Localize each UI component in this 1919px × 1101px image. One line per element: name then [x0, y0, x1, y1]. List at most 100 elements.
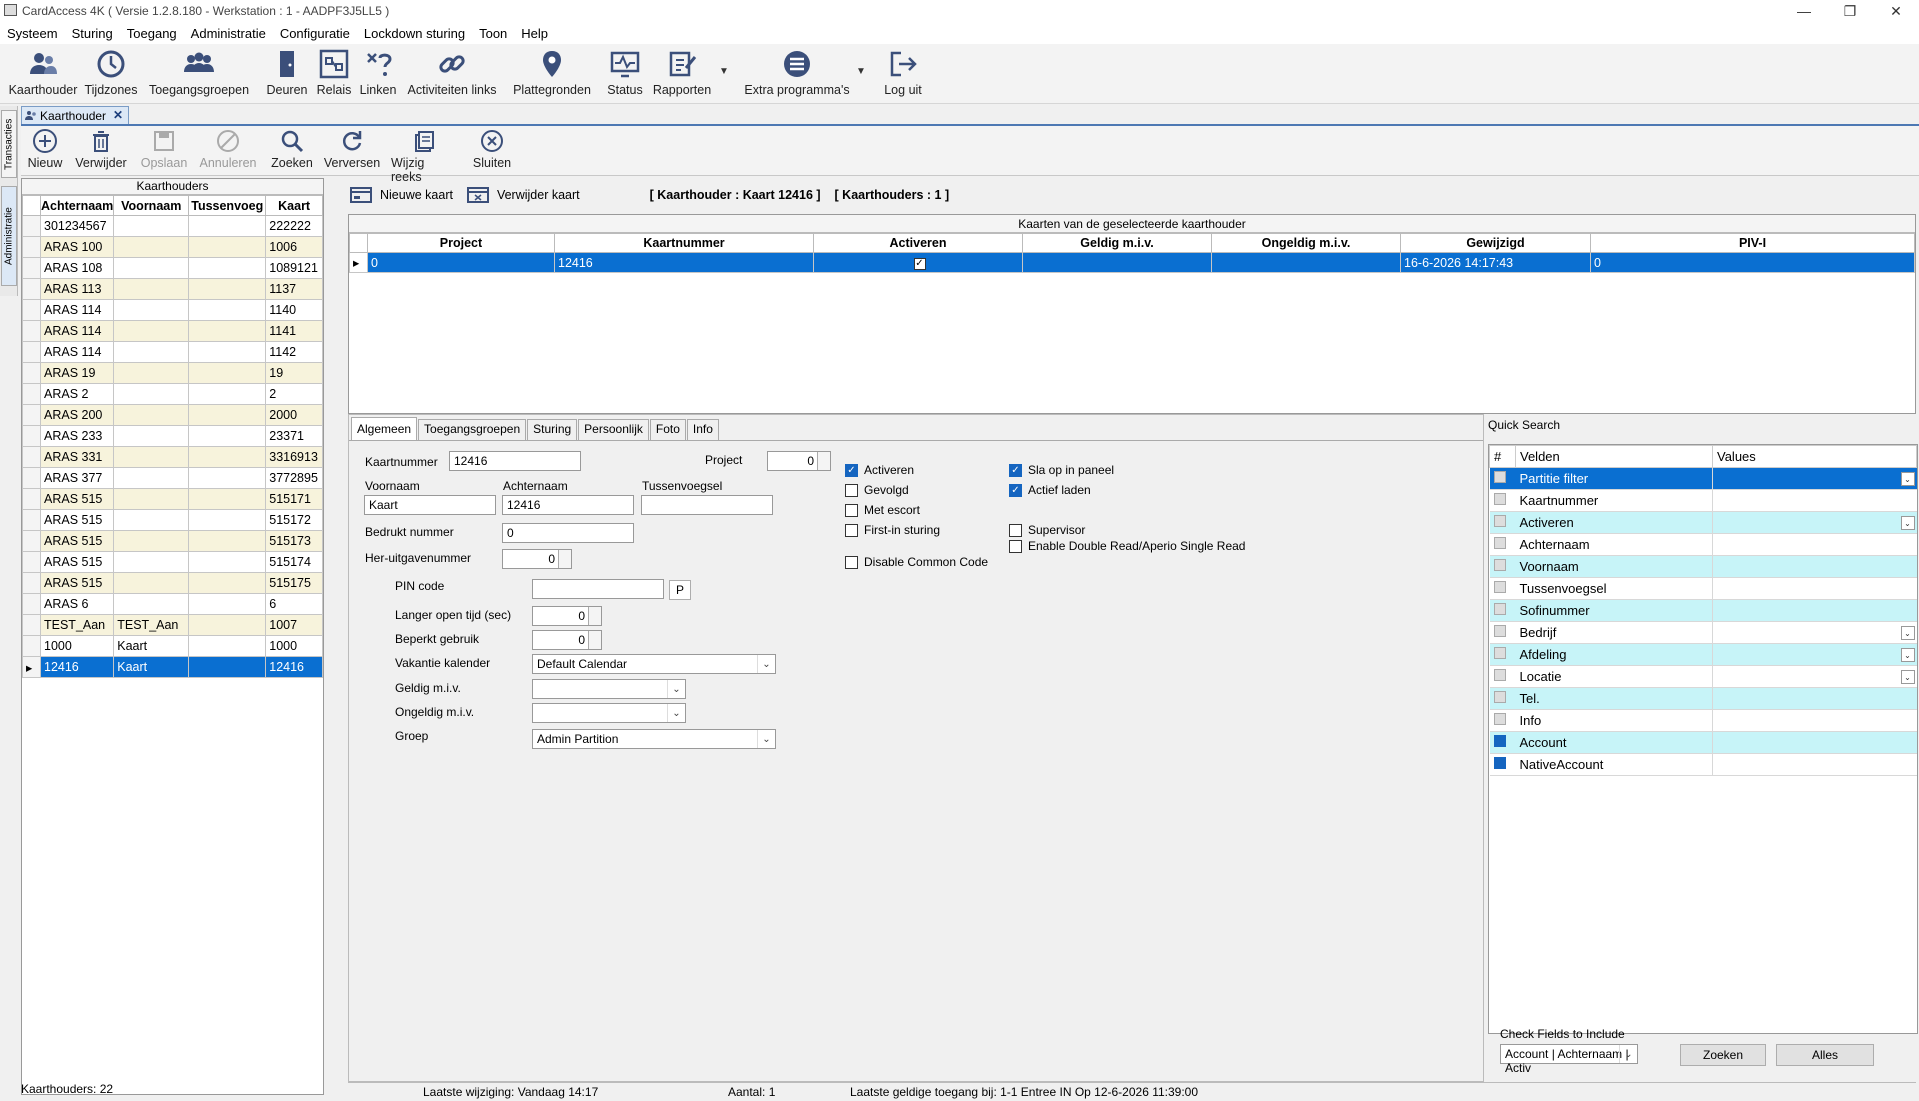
- include-cell[interactable]: [1489, 599, 1516, 622]
- side-tab-transacties[interactable]: Transacties: [1, 110, 17, 178]
- option-checkbox[interactable]: Disable Common Code: [845, 555, 988, 569]
- pin-generate-button[interactable]: P: [669, 580, 691, 600]
- toolbar-toegangsgroepen[interactable]: Toegangsgroepen: [149, 46, 249, 102]
- cardholder-row[interactable]: ARAS 515 515175: [22, 572, 323, 594]
- tab-sturing[interactable]: Sturing: [527, 419, 578, 440]
- restore-button[interactable]: ❐: [1827, 0, 1873, 22]
- quick-search-row[interactable]: Bedrijf ⌄: [1489, 621, 1917, 644]
- include-checkbox[interactable]: [1493, 515, 1506, 527]
- cardholder-row[interactable]: ARAS 114 1141: [22, 320, 323, 342]
- cardholder-row[interactable]: ARAS 114 1142: [22, 341, 323, 363]
- col-voornaam[interactable]: Voornaam: [113, 195, 190, 216]
- voornaam-input[interactable]: Kaart: [364, 495, 496, 515]
- unchecked-icon[interactable]: [845, 503, 858, 517]
- verversen-button[interactable]: Verversen: [324, 128, 380, 170]
- rapporten-dropdown-arrow[interactable]: ▼: [719, 66, 729, 77]
- value-input[interactable]: [1712, 555, 1917, 578]
- toolbar-relais[interactable]: Relais: [314, 46, 354, 102]
- option-checkbox[interactable]: ✓ Sla op in paneel: [1009, 463, 1114, 477]
- cardholder-row[interactable]: 1000 Kaart 1000: [22, 635, 323, 657]
- toolbar-kaarthouder[interactable]: Kaarthouder: [8, 46, 78, 102]
- menu-configuratie[interactable]: Configuratie: [273, 26, 357, 41]
- quick-search-row[interactable]: Account: [1489, 731, 1917, 754]
- pin-input[interactable]: [532, 579, 664, 599]
- cardholder-row[interactable]: ARAS 6 6: [22, 593, 323, 615]
- include-checkbox[interactable]: [1493, 581, 1506, 593]
- verwijder-button[interactable]: Verwijder: [75, 128, 127, 170]
- value-input[interactable]: [1712, 577, 1917, 600]
- cardholder-row[interactable]: ARAS 108 1089121: [22, 257, 323, 279]
- tab-persoonlijk[interactable]: Persoonlijk: [578, 419, 649, 440]
- include-cell[interactable]: [1489, 467, 1516, 490]
- cardholder-row[interactable]: ARAS 233 23371: [22, 425, 323, 447]
- include-checkbox[interactable]: [1493, 625, 1506, 637]
- quick-search-row[interactable]: NativeAccount: [1489, 753, 1917, 776]
- value-input[interactable]: [1712, 753, 1917, 776]
- quick-search-row[interactable]: Activeren ⌄: [1489, 511, 1917, 534]
- include-cell[interactable]: [1489, 621, 1516, 644]
- nieuw-button[interactable]: Nieuw: [27, 128, 63, 170]
- tab-kaarthouder[interactable]: Kaarthouder ✕: [21, 106, 129, 124]
- extra-dropdown-arrow[interactable]: ▼: [856, 66, 866, 77]
- value-input[interactable]: ⌄: [1712, 467, 1917, 490]
- cardholder-row[interactable]: ARAS 331 3316913: [22, 446, 323, 468]
- option-checkbox[interactable]: Gevolgd: [845, 483, 909, 497]
- include-checkbox[interactable]: [1493, 471, 1506, 483]
- nieuwe-kaart-button[interactable]: Nieuwe kaart: [380, 188, 453, 202]
- include-cell[interactable]: [1489, 709, 1516, 732]
- cardholder-row[interactable]: TEST_Aan TEST_Aan 1007: [22, 614, 323, 636]
- toolbar-log-uit[interactable]: Log uit: [878, 46, 928, 102]
- tab-foto[interactable]: Foto: [649, 419, 686, 440]
- include-cell[interactable]: [1489, 753, 1516, 776]
- col-kaart[interactable]: Kaart: [265, 195, 323, 216]
- geldig-date-picker[interactable]: ⌄: [532, 679, 686, 699]
- zoeken-button[interactable]: Zoeken: [271, 128, 313, 170]
- verwijder-kaart-button[interactable]: Verwijder kaart: [497, 188, 580, 202]
- cardholder-row[interactable]: ARAS 19 19: [22, 362, 323, 384]
- quick-search-row[interactable]: Partitie filter ⌄: [1489, 467, 1917, 490]
- col-geldig[interactable]: Geldig m.i.v.: [1022, 233, 1212, 253]
- menu-help[interactable]: Help: [514, 26, 555, 41]
- include-checkbox[interactable]: [1493, 537, 1506, 549]
- project-spinner[interactable]: 0: [767, 451, 831, 471]
- menu-systeem[interactable]: Systeem: [0, 26, 65, 41]
- heruitgave-spinner[interactable]: 0: [502, 549, 572, 569]
- menu-sturing[interactable]: Sturing: [65, 26, 120, 41]
- annuleren-button[interactable]: Annuleren: [199, 128, 257, 170]
- include-cell[interactable]: [1489, 577, 1516, 600]
- include-cell[interactable]: [1489, 533, 1516, 556]
- cardholder-row[interactable]: ARAS 515 515174: [22, 551, 323, 573]
- quick-search-row[interactable]: Tel.: [1489, 687, 1917, 710]
- quick-zoeken-button[interactable]: Zoeken: [1680, 1044, 1766, 1066]
- checked-icon[interactable]: ✓: [1009, 483, 1022, 497]
- value-input[interactable]: [1712, 599, 1917, 622]
- include-checkbox[interactable]: [1493, 603, 1506, 615]
- cardholder-row[interactable]: ARAS 515 515173: [22, 530, 323, 552]
- activeren-checkbox[interactable]: ✓: [913, 258, 926, 270]
- include-checkbox[interactable]: [1493, 493, 1506, 505]
- unchecked-icon[interactable]: [845, 555, 858, 569]
- cardholder-row[interactable]: 301234567 222222: [22, 215, 323, 237]
- side-tab-administratie[interactable]: Administratie: [1, 186, 17, 286]
- value-input[interactable]: ⌄: [1712, 621, 1917, 644]
- include-cell[interactable]: [1489, 731, 1516, 754]
- toolbar-linken[interactable]: Linken: [358, 46, 398, 102]
- option-checkbox[interactable]: Enable Double Read/Aperio Single Read: [1009, 539, 1245, 553]
- achternaam-input[interactable]: 12416: [502, 495, 634, 515]
- include-cell[interactable]: [1489, 555, 1516, 578]
- include-cell[interactable]: [1489, 511, 1516, 534]
- cardholder-row[interactable]: ARAS 100 1006: [22, 236, 323, 258]
- value-input[interactable]: [1712, 709, 1917, 732]
- tab-toegangsgroepen[interactable]: Toegangsgroepen: [418, 419, 527, 440]
- tab-info[interactable]: Info: [686, 419, 719, 440]
- value-input[interactable]: ⌄: [1712, 665, 1917, 688]
- unchecked-icon[interactable]: [845, 523, 858, 537]
- option-checkbox[interactable]: Met escort: [845, 503, 920, 517]
- toolbar-deuren[interactable]: Deuren: [264, 46, 310, 102]
- col-achternaam[interactable]: Achternaam: [39, 195, 115, 216]
- toolbar-status[interactable]: Status: [604, 46, 646, 102]
- chevron-down-icon[interactable]: ⌄: [1900, 670, 1915, 684]
- quick-search-row[interactable]: Info: [1489, 709, 1917, 732]
- cardholder-row[interactable]: ARAS 515 515171: [22, 488, 323, 510]
- col-kaartnummer[interactable]: Kaartnummer: [554, 233, 814, 253]
